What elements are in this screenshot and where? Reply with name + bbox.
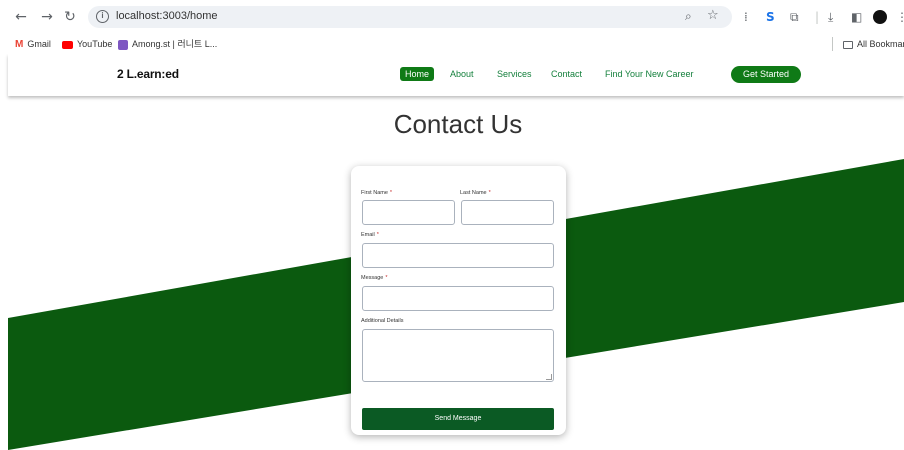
nav-services[interactable]: Services [497, 69, 532, 79]
among-icon [118, 39, 128, 50]
bookmark-label: Among.st | 러니트 L... [132, 39, 218, 49]
download-icon[interactable]: ⤓ [828, 9, 833, 25]
site-info-icon[interactable]: i [96, 10, 109, 23]
page-viewport: 2 L.earn:ed Home About Services Contact … [0, 54, 904, 450]
puzzle-icon[interactable]: ⧉ [790, 9, 799, 25]
nav-home[interactable]: Home [400, 67, 435, 81]
contact-form: First Name * Last Name * Email * Message * A… [351, 166, 566, 435]
last-name-label: Last Name * [460, 190, 491, 196]
nav-contact[interactable]: Contact [551, 69, 582, 79]
folder-icon [843, 40, 853, 49]
additional-details-textarea[interactable] [362, 329, 554, 382]
menu-icon[interactable]: ⋮ [896, 9, 904, 25]
site-logo[interactable]: 2 L.earn:ed [117, 67, 179, 81]
profile-avatar[interactable] [873, 10, 887, 24]
all-bookmarks[interactable]: All Bookmarks [843, 37, 904, 51]
get-started-button[interactable]: Get Started [731, 66, 801, 83]
bookmarks-divider [832, 37, 833, 51]
bookmark-youtube[interactable]: YouTube [62, 37, 112, 51]
email-field[interactable] [362, 243, 554, 268]
bookmark-label: Gmail [27, 39, 51, 49]
site-navbar: 2 L.earn:ed Home About Services Contact … [8, 54, 904, 96]
side-panel-icon[interactable]: ◧ [851, 9, 862, 25]
first-name-field[interactable] [362, 200, 455, 225]
forward-arrow-icon[interactable]: → [39, 9, 55, 25]
page-title: Contact Us [393, 109, 523, 139]
nav-find-career[interactable]: Find Your New Career [605, 69, 694, 79]
bookmark-label: YouTube [77, 39, 113, 49]
additional-details-label: Additional Details [361, 318, 404, 324]
nav-about[interactable]: About [450, 69, 474, 79]
url-text[interactable]: localhost:3003/home [116, 10, 218, 22]
extension-icon[interactable]: ⁞ [744, 9, 748, 25]
zoom-icon[interactable]: ⌕ [685, 9, 692, 24]
resize-handle[interactable] [546, 374, 552, 380]
bookmark-gmail[interactable]: M Gmail [15, 37, 51, 51]
address-bar[interactable]: i localhost:3003/home ⌕ ☆ [88, 6, 732, 28]
back-arrow-icon[interactable]: ← [13, 9, 29, 25]
all-bookmarks-label: All Bookmarks [857, 39, 904, 49]
email-label: Email * [361, 232, 379, 238]
s-extension-icon[interactable]: S [766, 9, 775, 25]
bookmark-star-icon[interactable]: ☆ [707, 8, 719, 23]
bookmarks-bar: M Gmail YouTube Among.st | 러니트 L... All B… [0, 34, 904, 54]
toolbar-divider: | [815, 10, 820, 24]
send-message-button[interactable]: Send Message [362, 408, 554, 430]
message-field[interactable] [362, 286, 554, 311]
youtube-icon [62, 40, 73, 49]
first-name-label: First Name * [361, 190, 393, 196]
bookmark-among[interactable]: Among.st | 러니트 L... [118, 37, 217, 51]
gmail-icon: M [15, 38, 24, 50]
browser-toolbar: ← → ↻ i localhost:3003/home ⌕ ☆ ⁞ S ⧉ | … [0, 0, 904, 34]
last-name-field[interactable] [461, 200, 554, 225]
message-label: Message * [361, 275, 388, 281]
reload-icon[interactable]: ↻ [62, 9, 78, 25]
